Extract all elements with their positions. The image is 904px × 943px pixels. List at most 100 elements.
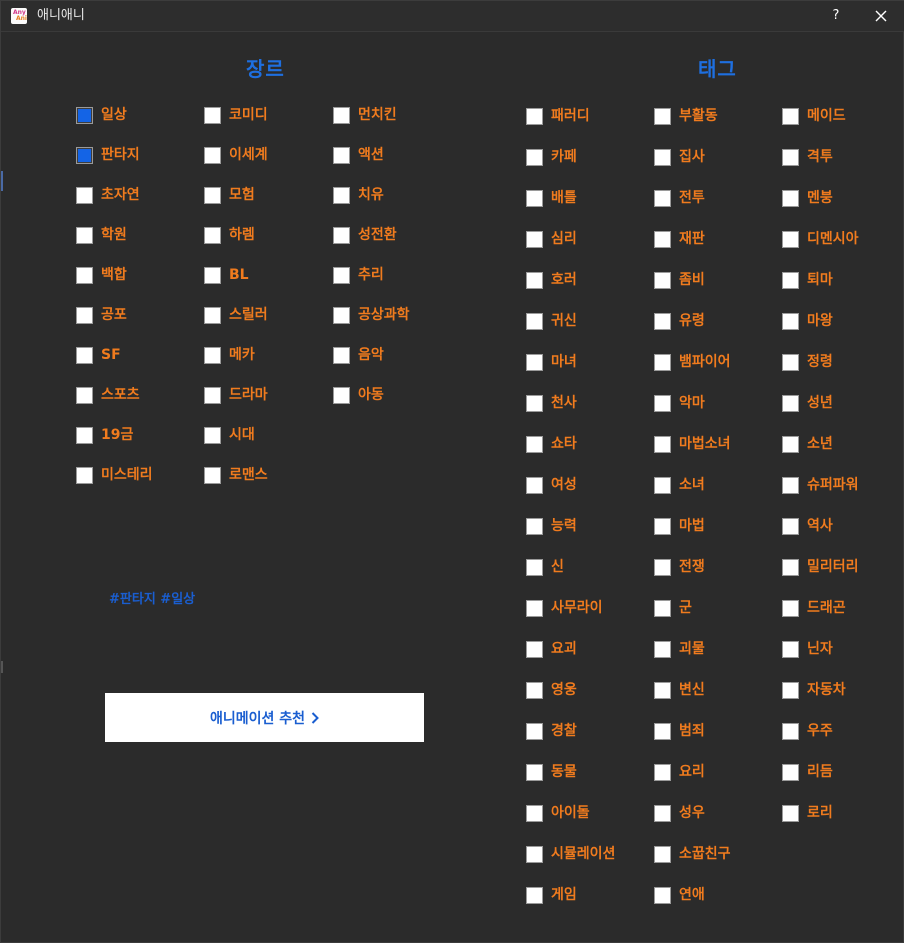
genre-checkbox[interactable]: 아동 <box>333 385 384 405</box>
checkbox-box[interactable] <box>654 271 671 289</box>
checkbox-box[interactable] <box>782 107 799 125</box>
checkbox-box[interactable] <box>526 353 543 371</box>
checkbox-box[interactable] <box>76 386 93 404</box>
close-button[interactable] <box>865 5 897 27</box>
checkbox-box[interactable] <box>526 558 543 576</box>
checkbox-box[interactable] <box>782 476 799 494</box>
tag-checkbox[interactable]: 역사 <box>782 516 833 536</box>
tag-checkbox[interactable]: 경찰 <box>526 721 577 741</box>
checkbox-box[interactable] <box>654 148 671 166</box>
checkbox-box[interactable] <box>526 189 543 207</box>
genre-checkbox[interactable]: 하렘 <box>204 225 255 245</box>
tag-checkbox[interactable]: 드래곤 <box>782 598 846 618</box>
checkbox-box[interactable] <box>333 346 350 364</box>
genre-checkbox[interactable]: 일상 <box>76 105 127 125</box>
tag-checkbox[interactable]: 소녀 <box>654 475 705 495</box>
checkbox-box[interactable] <box>782 148 799 166</box>
genre-checkbox[interactable]: 판타지 <box>76 145 140 165</box>
genre-checkbox[interactable]: 음악 <box>333 345 384 365</box>
tag-checkbox[interactable]: 여성 <box>526 475 577 495</box>
checkbox-box[interactable] <box>333 146 350 164</box>
genre-checkbox[interactable]: 추리 <box>333 265 384 285</box>
checkbox-box[interactable] <box>782 394 799 412</box>
genre-checkbox[interactable]: 학원 <box>76 225 127 245</box>
tag-checkbox[interactable]: 소꿉친구 <box>654 844 731 864</box>
tag-checkbox[interactable]: 게임 <box>526 885 577 905</box>
tag-checkbox[interactable]: 괴물 <box>654 639 705 659</box>
tag-checkbox[interactable]: 자동차 <box>782 680 846 700</box>
tag-checkbox[interactable]: 악마 <box>654 393 705 413</box>
genre-checkbox[interactable]: 공포 <box>76 305 127 325</box>
tag-checkbox[interactable]: 귀신 <box>526 311 577 331</box>
checkbox-box[interactable] <box>654 353 671 371</box>
checkbox-box[interactable] <box>204 146 221 164</box>
tag-checkbox[interactable]: 능력 <box>526 516 577 536</box>
checkbox-box[interactable] <box>204 186 221 204</box>
tag-checkbox[interactable]: 변신 <box>654 680 705 700</box>
checkbox-box[interactable] <box>782 681 799 699</box>
tag-checkbox[interactable]: 배틀 <box>526 188 577 208</box>
tag-checkbox[interactable]: 천사 <box>526 393 577 413</box>
checkbox-box[interactable] <box>76 186 93 204</box>
tag-checkbox[interactable]: 마법 <box>654 516 705 536</box>
tag-checkbox[interactable]: 좀비 <box>654 270 705 290</box>
checkbox-box[interactable] <box>782 599 799 617</box>
checkbox-box[interactable] <box>526 476 543 494</box>
checkbox-box[interactable] <box>204 346 221 364</box>
checkbox-box[interactable] <box>76 266 93 284</box>
genre-checkbox[interactable]: 공상과학 <box>333 305 410 325</box>
checkbox-box[interactable] <box>654 230 671 248</box>
tag-checkbox[interactable]: 전투 <box>654 188 705 208</box>
tag-checkbox[interactable]: 부활동 <box>654 106 718 126</box>
checkbox-box[interactable] <box>782 435 799 453</box>
checkbox-box[interactable] <box>526 845 543 863</box>
checkbox-box[interactable] <box>204 266 221 284</box>
genre-checkbox[interactable]: 드라마 <box>204 385 268 405</box>
genre-checkbox[interactable]: 스포츠 <box>76 385 140 405</box>
genre-checkbox[interactable]: 성전환 <box>333 225 397 245</box>
checkbox-box[interactable] <box>782 640 799 658</box>
checkbox-box[interactable] <box>526 763 543 781</box>
checkbox-box[interactable] <box>204 426 221 444</box>
checkbox-box[interactable] <box>76 426 93 444</box>
checkbox-box[interactable] <box>526 148 543 166</box>
checkbox-box[interactable] <box>782 804 799 822</box>
tag-checkbox[interactable]: 심리 <box>526 229 577 249</box>
tag-checkbox[interactable]: 슈퍼파워 <box>782 475 859 495</box>
genre-checkbox[interactable]: 모험 <box>204 185 255 205</box>
genre-checkbox[interactable]: 미스테리 <box>76 465 153 485</box>
tag-checkbox[interactable]: 마왕 <box>782 311 833 331</box>
checkbox-box[interactable] <box>654 312 671 330</box>
tag-checkbox[interactable]: 사무라이 <box>526 598 603 618</box>
checkbox-box[interactable] <box>782 517 799 535</box>
tag-checkbox[interactable]: 멘붕 <box>782 188 833 208</box>
checkbox-box[interactable] <box>333 186 350 204</box>
checkbox-box[interactable] <box>782 353 799 371</box>
genre-checkbox[interactable]: 시대 <box>204 425 255 445</box>
checkbox-box[interactable] <box>526 681 543 699</box>
tag-checkbox[interactable]: 카페 <box>526 147 577 167</box>
checkbox-box[interactable] <box>76 226 93 244</box>
checkbox-box[interactable] <box>654 886 671 904</box>
checkbox-box[interactable] <box>204 466 221 484</box>
tag-checkbox[interactable]: 동물 <box>526 762 577 782</box>
tag-checkbox[interactable]: 정령 <box>782 352 833 372</box>
checkbox-box[interactable] <box>526 230 543 248</box>
checkbox-box[interactable] <box>76 306 93 324</box>
recommend-anime-button[interactable]: 애니메이션 추천 <box>105 693 424 742</box>
checkbox-box[interactable] <box>333 226 350 244</box>
tag-checkbox[interactable]: 집사 <box>654 147 705 167</box>
tag-checkbox[interactable]: 밀리터리 <box>782 557 859 577</box>
tag-checkbox[interactable]: 유령 <box>654 311 705 331</box>
checkbox-box[interactable] <box>526 312 543 330</box>
tag-checkbox[interactable]: 요괴 <box>526 639 577 659</box>
checkbox-box[interactable] <box>76 106 93 124</box>
checkbox-box[interactable] <box>654 599 671 617</box>
checkbox-box[interactable] <box>654 189 671 207</box>
checkbox-box[interactable] <box>526 804 543 822</box>
tag-checkbox[interactable]: 리듬 <box>782 762 833 782</box>
checkbox-box[interactable] <box>526 435 543 453</box>
checkbox-box[interactable] <box>333 306 350 324</box>
checkbox-box[interactable] <box>654 517 671 535</box>
tag-checkbox[interactable]: 로리 <box>782 803 833 823</box>
